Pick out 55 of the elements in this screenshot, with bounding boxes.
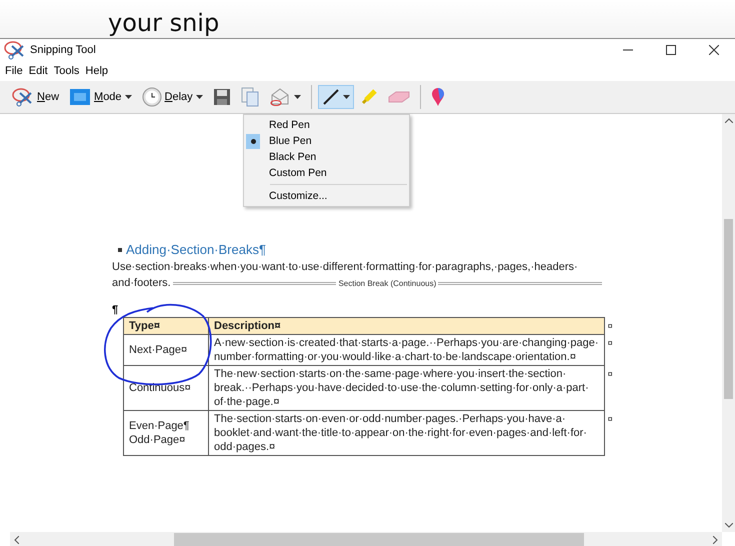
table-cell: Even·Page¶ Odd·Page¤ bbox=[124, 410, 208, 456]
row-end-mark: ¤ bbox=[604, 318, 618, 334]
section-break-label: Section Break (Continuous) bbox=[338, 278, 436, 288]
scissors-icon bbox=[4, 40, 26, 60]
scroll-down-icon[interactable] bbox=[724, 523, 732, 528]
menu-item[interactable]: Black Pen bbox=[244, 149, 409, 165]
scroll-left-icon[interactable] bbox=[14, 536, 19, 544]
menu-item[interactable]: Help bbox=[82, 65, 112, 77]
menu-item[interactable]: Red Pen bbox=[244, 117, 409, 133]
table-cell: Continuous¤ bbox=[124, 366, 208, 410]
caret-icon bbox=[294, 95, 301, 99]
menu-item[interactable]: Tools bbox=[50, 65, 82, 77]
pen-tool-button[interactable] bbox=[318, 85, 354, 109]
row-end-mark: ¤ bbox=[604, 410, 618, 456]
window-title: Snipping Tool bbox=[30, 44, 97, 56]
caret-icon bbox=[196, 95, 203, 99]
menu-item[interactable]: Custom Pen bbox=[244, 165, 409, 181]
table-cell: The·new·section·starts·on·the·same·page·where·you·insert·the·section· break.··Perhaps·you·have·decided·to·use·the·column·setting·for·only·a·part· of·the·page.¤ bbox=[208, 366, 604, 410]
highlighter-icon bbox=[360, 88, 378, 106]
scissors-icon bbox=[12, 87, 34, 107]
new-tool-button[interactable]: New bbox=[8, 85, 64, 109]
column-header: Description¤ bbox=[208, 318, 604, 334]
scroll-right-icon[interactable] bbox=[713, 536, 718, 544]
menu-item[interactable]: Blue Pen bbox=[244, 133, 409, 149]
mode-tool-button[interactable]: Mode bbox=[65, 85, 136, 109]
menu-item[interactable]: File bbox=[2, 65, 26, 77]
section-heading: Adding·Section·Breaks¶ bbox=[126, 242, 266, 257]
menu-item[interactable]: Edit bbox=[26, 65, 51, 77]
scroll-up-icon[interactable] bbox=[724, 118, 732, 123]
column-header: Type¤ bbox=[124, 318, 208, 334]
clock-icon bbox=[142, 87, 162, 107]
vertical-scrollbar[interactable] bbox=[722, 114, 735, 532]
paragraph-mark: ¶ bbox=[112, 304, 118, 316]
row-end-mark: ¤ bbox=[604, 366, 618, 410]
caret-icon bbox=[124, 95, 132, 99]
delay-tool-button[interactable]: Delay bbox=[138, 85, 207, 109]
pen-icon bbox=[322, 88, 340, 106]
maximize-icon[interactable] bbox=[666, 45, 676, 55]
paragraph-text: and·footers. bbox=[112, 276, 171, 291]
table-cell: The·section·starts·on·even·or·odd·number·pages.·Perhaps·you·have·a· booklet·and·want·the·title·to·appear·on·the·right·for·even·pages·and·left·for· odd·pages.¤ bbox=[208, 410, 604, 456]
window-icon bbox=[69, 88, 92, 106]
bullet-icon bbox=[118, 248, 122, 252]
paragraph-text: Use·section·breaks·when·you·want·to·use·different·formatting·for·paragraphs,·pages,·headers· bbox=[112, 260, 579, 275]
caret-icon bbox=[342, 95, 350, 99]
eraser-icon bbox=[388, 90, 410, 104]
copy-icon bbox=[240, 87, 259, 107]
caption-text: your snip bbox=[108, 8, 220, 38]
horizontal-scrollbar[interactable] bbox=[10, 532, 722, 546]
table-cell: A·new·section·is·created·that·starts·a·page.··Perhaps·you·are·changing·page· number·formatting·or·you·would·like·a·chart·to·be·landscape·orientation.¤ bbox=[208, 334, 604, 366]
close-icon[interactable] bbox=[708, 45, 718, 55]
table-cell: Next·Page¤ bbox=[124, 334, 208, 366]
color-drop-icon bbox=[430, 87, 445, 107]
menu-item[interactable]: Customize... bbox=[244, 188, 409, 204]
envelope-icon bbox=[268, 87, 291, 107]
row-end-mark: ¤ bbox=[604, 334, 618, 366]
